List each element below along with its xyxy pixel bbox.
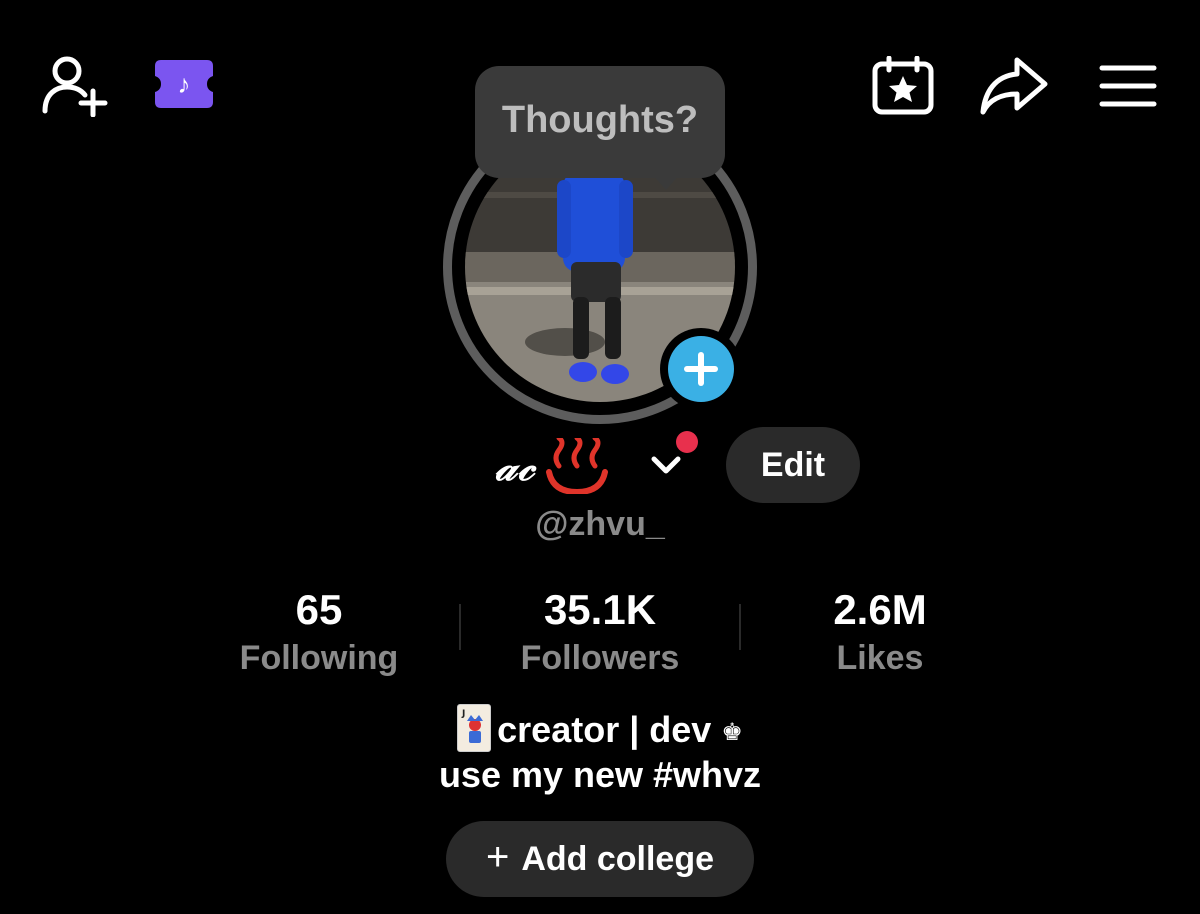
profile-page: ♪ Thoughts? 𝒶𝒸 Edit @zhvu_ 65 Following … [0,0,1200,914]
username-handle: @zhvu_ [535,505,665,543]
bio-line-2: use my new #whvz [438,754,762,795]
tiktok-ticket-icon[interactable]: ♪ [153,58,215,110]
bio-text: creator | dev [497,709,712,750]
calendar-star-icon[interactable] [870,55,936,117]
stat-following[interactable]: 65 Following [199,586,439,680]
plus-icon [668,336,734,402]
likes-count: 2.6M [833,586,927,633]
chess-king-icon: ♚ [721,719,743,746]
thoughts-bubble[interactable]: Thoughts? [475,66,725,178]
add-college-button[interactable]: + Add college [446,821,754,897]
notification-dot [676,431,698,453]
edit-profile-button[interactable]: Edit [726,427,860,503]
display-name-row: 𝒶𝒸 [495,435,609,496]
stat-likes[interactable]: 2.6M Likes [760,586,1000,680]
onsen-icon [545,435,609,496]
hamburger-menu-icon[interactable] [1096,60,1160,112]
following-count: 65 [295,586,343,633]
thoughts-text: Thoughts? [501,98,699,141]
likes-label: Likes [836,639,924,677]
add-friend-icon[interactable] [38,52,110,118]
add-college-label: Add college [521,839,715,878]
joker-card-icon: J [457,704,492,752]
following-label: Following [239,639,399,677]
plus-icon: + [485,835,510,879]
stat-divider [739,604,741,650]
stat-followers[interactable]: 35.1K Followers [480,586,720,680]
music-note-icon: ♪ [177,69,191,99]
followers-count: 35.1K [543,586,657,633]
followers-label: Followers [520,639,680,677]
share-arrow-icon[interactable] [978,55,1050,117]
add-story-button[interactable] [660,328,742,410]
svg-text:J: J [461,709,465,719]
stat-divider [459,604,461,650]
bio-line-1: J creator | dev ♚ [0,704,1200,752]
thoughts-bubble-tail [652,174,680,190]
display-name: 𝒶𝒸 [495,442,536,490]
account-switch-chevron-icon[interactable] [648,450,684,480]
